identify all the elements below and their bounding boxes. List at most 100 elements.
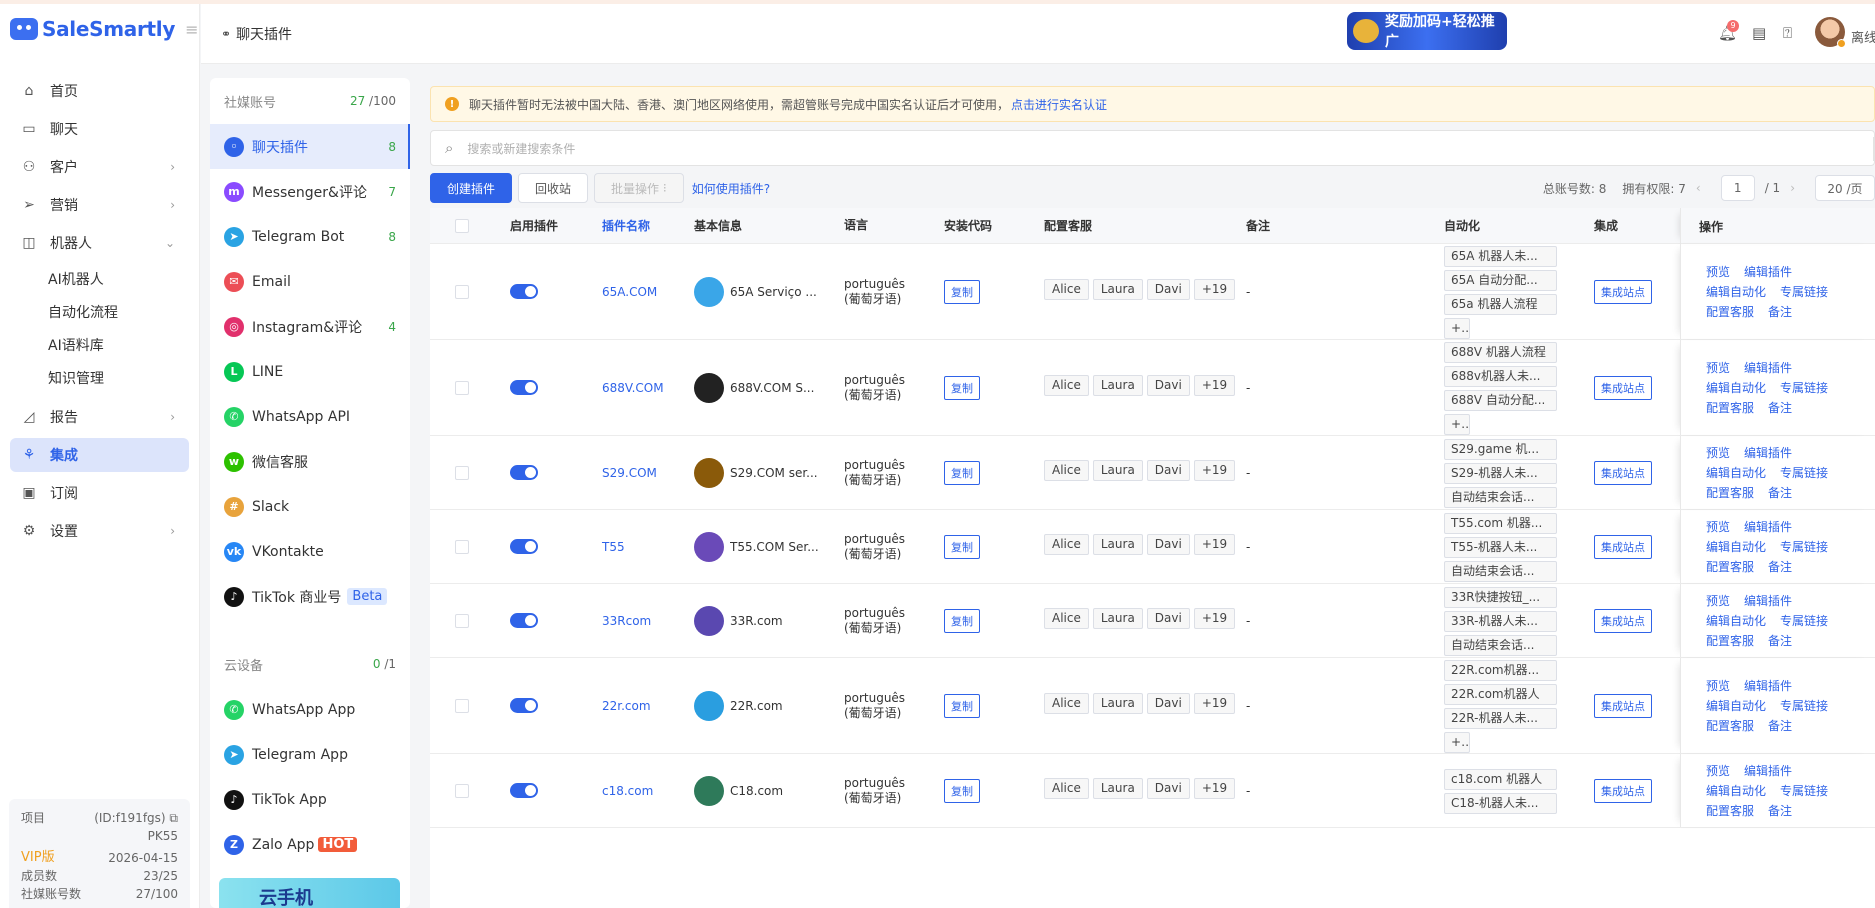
plugin-name-link[interactable]: S29.COM — [594, 466, 694, 480]
channel-item[interactable]: Z Zalo App HOT — [210, 822, 410, 867]
enable-toggle[interactable] — [494, 613, 594, 628]
nav-item-home[interactable]: ⌂ 首页 — [10, 74, 189, 108]
edit-automation-link[interactable]: 编辑自动化 — [1706, 696, 1766, 716]
channel-item[interactable]: m Messenger&评论 7 — [210, 169, 410, 214]
integrate-site-button[interactable]: 集成站点 — [1594, 460, 1652, 485]
row-checkbox[interactable] — [430, 539, 494, 554]
automation-tag[interactable]: T55-机器人未... — [1444, 536, 1557, 558]
clipboard-icon[interactable]: ▤ — [1752, 24, 1766, 42]
nav-item-robot[interactable]: ◫ 机器人 ⌄ — [10, 226, 189, 260]
plugin-name-link[interactable]: 33Rcom — [594, 614, 694, 628]
automation-tag[interactable]: 33R快捷按钮_... — [1444, 586, 1557, 608]
automation-tag[interactable]: 22R.com机器... — [1444, 659, 1557, 681]
copy-code-button[interactable]: 复制 — [944, 693, 980, 718]
page-input[interactable]: 1 — [1720, 175, 1755, 201]
search-input[interactable]: 搜索或新建搜索条件 — [467, 140, 575, 157]
row-checkbox[interactable] — [430, 698, 494, 713]
nav-item-integration[interactable]: ⚘ 集成 — [10, 438, 189, 472]
exclusive-link[interactable]: 专属链接 — [1780, 378, 1828, 398]
row-checkbox[interactable] — [430, 380, 494, 395]
copy-code-button[interactable]: 复制 — [944, 608, 980, 633]
note-link[interactable]: 备注 — [1768, 631, 1792, 651]
channel-item[interactable]: ➤ Telegram App — [210, 732, 410, 777]
enable-toggle[interactable] — [494, 284, 594, 299]
nav-item-report[interactable]: ◿ 报告 › — [10, 400, 189, 434]
edit-plugin-link[interactable]: 编辑插件 — [1744, 591, 1792, 611]
automation-tag[interactable]: 65A 自动分配... — [1444, 269, 1557, 291]
integrate-site-button[interactable]: 集成站点 — [1594, 534, 1652, 559]
enable-toggle[interactable] — [494, 539, 594, 554]
nav-subitem[interactable]: 自动化流程 — [0, 297, 199, 330]
integrate-site-button[interactable]: 集成站点 — [1594, 279, 1652, 304]
channel-item[interactable]: ♪ TikTok 商业号 Beta — [210, 574, 410, 619]
enable-toggle[interactable] — [494, 783, 594, 798]
preview-link[interactable]: 预览 — [1706, 517, 1730, 537]
channel-item[interactable]: # Slack — [210, 484, 410, 529]
nav-item-marketing[interactable]: ➢ 营销 › — [10, 188, 189, 222]
channel-item[interactable]: ✆ WhatsApp App — [210, 687, 410, 732]
automation-tag[interactable]: c18.com 机器人 — [1444, 768, 1557, 790]
channel-item[interactable]: ◎ Instagram&评论 4 — [210, 304, 410, 349]
preview-link[interactable]: 预览 — [1706, 443, 1730, 463]
plugin-name-link[interactable]: 65A.COM — [594, 285, 694, 299]
recycle-bin-button[interactable]: 回收站 — [518, 173, 589, 203]
collapse-menu-icon[interactable]: ≡ — [185, 20, 198, 39]
nav-item-settings[interactable]: ⚙ 设置 › — [10, 514, 189, 548]
exclusive-link[interactable]: 专属链接 — [1780, 282, 1828, 302]
note-link[interactable]: 备注 — [1768, 398, 1792, 418]
automation-tag[interactable]: 33R-机器人未... — [1444, 610, 1557, 632]
channel-item[interactable]: ➤ Telegram Bot 8 — [210, 214, 410, 259]
plugin-name-link[interactable]: 688V.COM — [594, 381, 694, 395]
nav-item-customers[interactable]: ⚇ 客户 › — [10, 150, 189, 184]
copy-code-button[interactable]: 复制 — [944, 279, 980, 304]
preview-link[interactable]: 预览 — [1706, 262, 1730, 282]
edit-plugin-link[interactable]: 编辑插件 — [1744, 262, 1792, 282]
preview-link[interactable]: 预览 — [1706, 761, 1730, 781]
help-icon[interactable]: ⍰ — [1783, 24, 1792, 42]
edit-automation-link[interactable]: 编辑自动化 — [1706, 537, 1766, 557]
note-link[interactable]: 备注 — [1768, 716, 1792, 736]
integrate-site-button[interactable]: 集成站点 — [1594, 693, 1652, 718]
assign-agents-link[interactable]: 配置客服 — [1706, 398, 1754, 418]
exclusive-link[interactable]: 专属链接 — [1780, 781, 1828, 801]
edit-automation-link[interactable]: 编辑自动化 — [1706, 611, 1766, 631]
note-link[interactable]: 备注 — [1768, 557, 1792, 577]
copy-code-button[interactable]: 复制 — [944, 778, 980, 803]
edit-automation-link[interactable]: 编辑自动化 — [1706, 378, 1766, 398]
row-checkbox[interactable] — [430, 465, 494, 480]
nav-item-subscription[interactable]: ▣ 订阅 — [10, 476, 189, 510]
note-link[interactable]: 备注 — [1768, 801, 1792, 821]
plugin-name-link[interactable]: c18.com — [594, 784, 694, 798]
automation-tag[interactable]: 自动结束会话... — [1444, 486, 1557, 508]
automation-tag[interactable]: +1 — [1444, 317, 1470, 339]
search-bar[interactable]: ⌕ 搜索或新建搜索条件 重 — [430, 130, 1875, 166]
nav-subitem[interactable]: 知识管理 — [0, 363, 199, 396]
channel-item[interactable]: w 微信客服 — [210, 439, 410, 484]
edit-plugin-link[interactable]: 编辑插件 — [1744, 517, 1792, 537]
page-size-select[interactable]: 20 /页 — [1815, 175, 1875, 201]
batch-actions-button[interactable]: 批量操作 ⁝ — [594, 173, 684, 203]
enable-toggle[interactable] — [494, 698, 594, 713]
integrate-site-button[interactable]: 集成站点 — [1594, 608, 1652, 633]
automation-tag[interactable]: C18-机器人未... — [1444, 792, 1557, 814]
channel-item[interactable]: ✉ Email — [210, 259, 410, 304]
automation-tag[interactable]: 22R.com机器人 — [1444, 683, 1557, 705]
row-checkbox[interactable] — [430, 613, 494, 628]
assign-agents-link[interactable]: 配置客服 — [1706, 631, 1754, 651]
exclusive-link[interactable]: 专属链接 — [1780, 463, 1828, 483]
exclusive-link[interactable]: 专属链接 — [1780, 611, 1828, 631]
automation-tag[interactable]: 65A 机器人未... — [1444, 245, 1557, 267]
edit-plugin-link[interactable]: 编辑插件 — [1744, 761, 1792, 781]
automation-tag[interactable]: 22R-机器人未... — [1444, 707, 1557, 729]
nav-subitem[interactable]: AI机器人 — [0, 264, 199, 297]
note-link[interactable]: 备注 — [1768, 302, 1792, 322]
preview-link[interactable]: 预览 — [1706, 676, 1730, 696]
channel-item[interactable]: vk VKontakte — [210, 529, 410, 574]
create-plugin-button[interactable]: 创建插件 — [430, 173, 513, 203]
enable-toggle[interactable] — [494, 380, 594, 395]
automation-tag[interactable]: 65a 机器人流程 — [1444, 293, 1557, 315]
plugin-name-link[interactable]: 22r.com — [594, 699, 694, 713]
prev-page-icon[interactable]: ‹ — [1696, 181, 1701, 195]
channel-item[interactable]: L LINE — [210, 349, 410, 394]
exclusive-link[interactable]: 专属链接 — [1780, 696, 1828, 716]
